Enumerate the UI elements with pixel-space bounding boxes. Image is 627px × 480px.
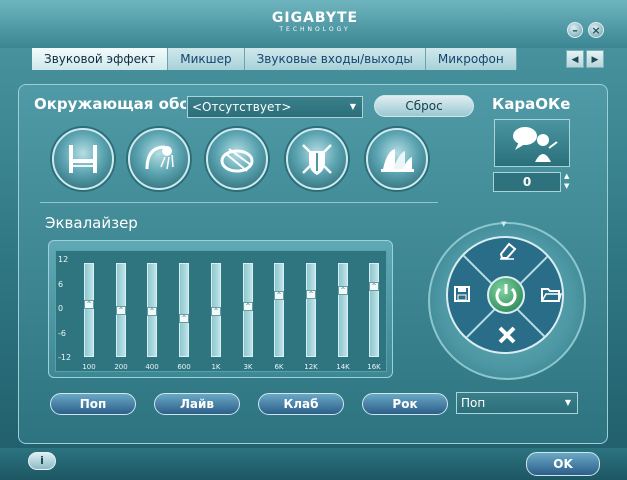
eq-slider-thumb[interactable]: ^ xyxy=(369,282,379,291)
reset-button[interactable]: Сброс xyxy=(374,95,474,117)
preset-live-button[interactable]: Лайв xyxy=(154,393,240,415)
eq-frequency-label: 1K xyxy=(211,363,221,371)
tab-mixer[interactable]: Микшер xyxy=(168,48,245,70)
bathroom-icon[interactable] xyxy=(52,128,114,190)
info-icon[interactable]: i xyxy=(28,452,56,470)
chevron-down-icon: ▼ xyxy=(564,398,571,407)
eq-frequency-label: 3K xyxy=(243,363,253,371)
brand-logo: GIGABYTE TECHNOLOGY xyxy=(250,10,380,33)
eq-slider-thumb[interactable]: ^ xyxy=(274,291,284,300)
db-label-neg12: -12 xyxy=(58,353,72,362)
tab-sound-effect[interactable]: Звуковой эффект xyxy=(32,48,169,70)
eq-slider-thumb[interactable]: ^ xyxy=(306,290,316,299)
karaoke-title: КараОКе xyxy=(492,95,571,113)
preset-club-button[interactable]: Клаб xyxy=(258,393,344,415)
eraser-icon[interactable] xyxy=(497,240,517,265)
eq-frequency-label: 100 xyxy=(82,363,96,371)
ok-button[interactable]: OK xyxy=(526,452,600,476)
karaoke-value-field[interactable]: 0 xyxy=(493,172,561,192)
eq-slider-thumb[interactable]: ^ xyxy=(147,307,157,316)
folder-icon[interactable] xyxy=(540,284,562,309)
dial-marker-icon: ▼ xyxy=(501,220,507,228)
karaoke-down-icon[interactable]: ▼ xyxy=(564,182,569,190)
eq-frequency-label: 600 xyxy=(177,363,191,371)
eq-slider-track[interactable] xyxy=(369,263,379,357)
brand-name: GIGABYTE xyxy=(271,10,359,26)
eq-preset-select[interactable]: Поп ▼ xyxy=(456,392,578,414)
opera-house-icon[interactable] xyxy=(366,128,428,190)
tab-bar: Звуковой эффект Микшер Звуковые входы/вы… xyxy=(32,48,517,70)
db-label-0: 0 xyxy=(58,304,64,313)
eq-slider-track[interactable] xyxy=(274,263,284,357)
eq-slider-thumb[interactable]: ^ xyxy=(179,314,189,323)
eq-slider-thumb[interactable]: ^ xyxy=(338,286,348,295)
tab-next-icon[interactable]: ▶ xyxy=(586,50,604,68)
stadium-icon[interactable] xyxy=(206,128,268,190)
db-label-6: 6 xyxy=(58,280,64,289)
eq-frequency-label: 200 xyxy=(114,363,128,371)
window: GIGABYTE TECHNOLOGY – × Звуковой эффект … xyxy=(0,0,627,480)
divider xyxy=(40,202,438,203)
close-button[interactable]: × xyxy=(588,22,604,38)
brand-subtitle: TECHNOLOGY xyxy=(279,26,351,33)
minimize-button[interactable]: – xyxy=(567,22,583,38)
shower-icon[interactable] xyxy=(128,128,190,190)
power-icon[interactable] xyxy=(487,276,525,314)
eq-frequency-label: 12K xyxy=(304,363,318,371)
environment-select[interactable]: <Отсутствует> ▼ xyxy=(187,96,363,118)
eq-preset-selected-value: Поп xyxy=(461,396,486,410)
tab-prev-icon[interactable]: ◀ xyxy=(566,50,584,68)
eq-frequency-label: 6K xyxy=(274,363,284,371)
eq-slider-track[interactable] xyxy=(179,263,189,357)
db-label-12: 12 xyxy=(58,255,69,264)
eq-slider-thumb[interactable]: ^ xyxy=(84,300,94,309)
preset-rock-button[interactable]: Рок xyxy=(362,393,448,415)
eq-slider-track[interactable] xyxy=(338,263,348,357)
eq-slider-thumb[interactable]: ^ xyxy=(116,306,126,315)
eq-slider-track[interactable] xyxy=(84,263,94,357)
preset-pop-button[interactable]: Поп xyxy=(50,393,136,415)
eq-frequency-label: 14K xyxy=(336,363,350,371)
db-label-neg6: -6 xyxy=(58,329,66,338)
karaoke-people-icon[interactable] xyxy=(494,119,570,167)
environment-selected-value: <Отсутствует> xyxy=(192,100,292,114)
delete-icon[interactable] xyxy=(497,325,517,350)
eq-frequency-label: 400 xyxy=(145,363,159,371)
eq-slider-thumb[interactable]: ^ xyxy=(243,302,253,311)
karaoke-up-icon[interactable]: ▲ xyxy=(564,172,569,180)
save-icon[interactable] xyxy=(452,284,472,309)
chevron-down-icon: ▼ xyxy=(349,102,356,111)
environment-label: Окружающая обстановка xyxy=(34,95,186,113)
eq-slider-track[interactable] xyxy=(306,263,316,357)
tab-microphone[interactable]: Микрофон xyxy=(425,48,517,70)
eq-frequency-label: 16K xyxy=(367,363,381,371)
knight-shield-icon[interactable] xyxy=(286,128,348,190)
tab-audio-io[interactable]: Звуковые входы/выходы xyxy=(244,48,426,70)
eq-slider-thumb[interactable]: ^ xyxy=(211,307,221,316)
equalizer-title: Эквалайзер xyxy=(45,214,138,232)
